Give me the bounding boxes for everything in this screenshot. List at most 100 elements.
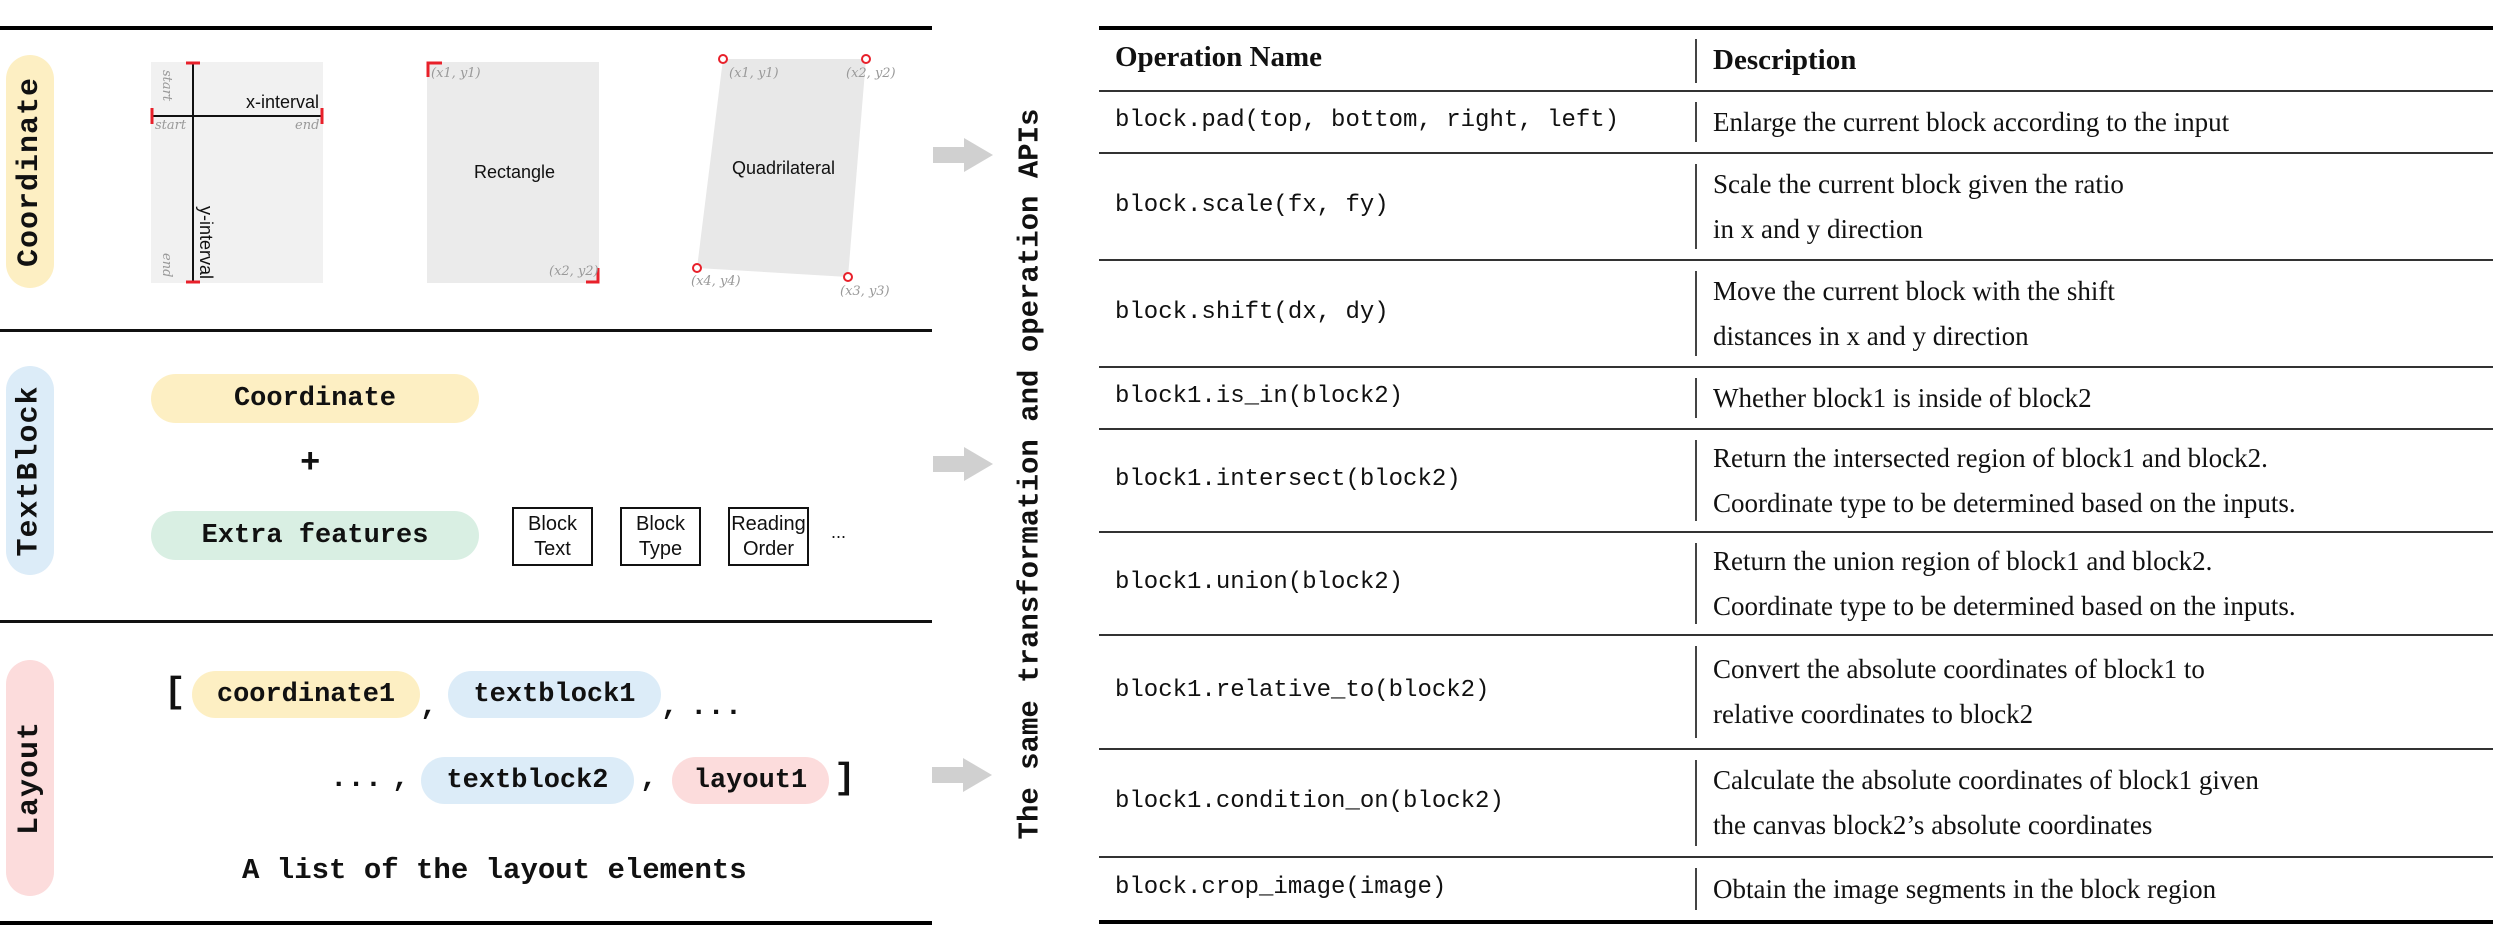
- header-description: Description: [1713, 44, 1857, 76]
- close-bracket: ]: [834, 758, 856, 799]
- column-separator: [1695, 164, 1697, 249]
- feature-block-type: Block Type: [620, 507, 701, 566]
- description-line: in x and y direction: [1713, 213, 1923, 244]
- y-end-label: end: [159, 253, 174, 278]
- description-cell: Return the intersected region of block1 …: [1713, 436, 2296, 526]
- vertical-caption: The same transformation and operation AP…: [1013, 108, 1047, 840]
- section-label-text: Layout: [13, 720, 47, 836]
- column-separator: [1695, 39, 1697, 83]
- section-label-text: TextBlock: [13, 384, 47, 557]
- table-row: block.scale(fx, fy) Scale the current blo…: [1099, 154, 2493, 259]
- column-separator: [1695, 378, 1697, 418]
- table-row: block1.intersect(block2) Return the inter…: [1099, 430, 2493, 531]
- feature-line: Reading: [731, 512, 806, 535]
- x-interval-label: x-interval: [246, 92, 320, 112]
- section-label-text: Coordinate: [13, 76, 47, 267]
- table-row: block.shift(dx, dy) Move the current bloc…: [1099, 261, 2493, 366]
- column-separator: [1695, 760, 1697, 846]
- feature-line: Type: [638, 537, 683, 560]
- operation-name-cell: block.scale(fx, fy): [1115, 191, 1389, 219]
- top-rule-left: [0, 26, 932, 30]
- y-interval-label: y-interval: [196, 206, 216, 280]
- column-separator: [1695, 440, 1697, 521]
- feature-line: Block: [528, 512, 577, 535]
- description-cell: Convert the absolute coordinates of bloc…: [1713, 647, 2205, 737]
- description-cell: Move the current block with the shift dis…: [1713, 269, 2115, 359]
- quad-p2-label: (x2, y2): [846, 66, 896, 81]
- description-line: the canvas block2’s absolute coordinates: [1713, 810, 2153, 840]
- table-header-row: Operation Name Description: [1099, 30, 2493, 90]
- operation-name-cell: block1.intersect(block2): [1115, 465, 1461, 493]
- column-separator: [1695, 868, 1697, 910]
- x-start-label: start: [155, 118, 187, 133]
- quad-p3-label: (x3, y3): [840, 284, 890, 299]
- quadrilateral-label: Quadrilateral: [732, 158, 836, 178]
- header-operation-name: Operation Name: [1115, 41, 1322, 73]
- description-line: Coordinate type to be determined based o…: [1713, 590, 2296, 621]
- quad-point-3: [843, 272, 853, 282]
- description-line: Enlarge the current block according to t…: [1713, 106, 2230, 137]
- quad-p4-label: (x4, y4): [691, 274, 741, 289]
- description-cell: Scale the current block given the ratio i…: [1713, 162, 2124, 252]
- features-ellipsis: ...: [831, 522, 847, 542]
- table-row: block1.relative_to(block2) Convert the ab…: [1099, 636, 2493, 748]
- layout-item-coordinate1: coordinate1: [192, 671, 420, 718]
- table-row: block.pad(top, bottom, right, left) Enlar…: [1099, 92, 2493, 152]
- operation-name-cell: block1.union(block2): [1115, 568, 1404, 596]
- description-line: distances in x and y direction: [1713, 320, 2029, 351]
- description-line: Whether block1 is inside of block2: [1713, 382, 2092, 413]
- table-row: block1.is_in(block2) Whether block1 is in…: [1099, 368, 2493, 428]
- arrow-right-icon: [933, 447, 993, 481]
- layout-caption: A list of the layout elements: [242, 854, 747, 887]
- description-cell: Return the union region of block1 and bl…: [1713, 539, 2296, 629]
- column-separator: [1695, 271, 1697, 356]
- feature-reading-order: Reading Order: [728, 507, 809, 566]
- layout-item-textblock2: textblock2: [421, 757, 634, 804]
- plus-sign: +: [300, 445, 321, 483]
- table-bottom-rule: [1099, 920, 2493, 924]
- leading-ellipsis: ...: [330, 762, 383, 795]
- open-bracket: [: [164, 672, 186, 713]
- bottom-rule-left: [0, 921, 932, 925]
- section-label-coordinate: Coordinate: [6, 55, 54, 288]
- section-label-textblock: TextBlock: [6, 366, 54, 575]
- quad-p1-label: (x1, y1): [729, 66, 779, 81]
- coordinate-pill: Coordinate: [151, 374, 479, 423]
- description-line: Return the intersected region of block1 …: [1713, 442, 2268, 473]
- description-line: Move the current block with the shift: [1713, 275, 2115, 306]
- description-line: Scale the current block given the ratio: [1713, 168, 2124, 199]
- quad-point-2: [861, 54, 871, 64]
- operation-name-cell: block.pad(top, bottom, right, left): [1115, 107, 1620, 134]
- description-line: Calculate the absolute coordinates of bl…: [1713, 765, 2259, 795]
- x-end-label: end: [295, 118, 320, 133]
- operation-name-cell: block1.condition_on(block2): [1115, 788, 1504, 815]
- section-divider-1: [0, 329, 932, 332]
- operation-name-cell: block1.relative_to(block2): [1115, 677, 1490, 704]
- feature-line: Text: [534, 537, 571, 560]
- section-label-layout: Layout: [6, 660, 54, 896]
- layout-item-textblock1: textblock1: [448, 671, 661, 718]
- table-row: block1.condition_on(block2) Calculate the…: [1099, 750, 2493, 856]
- rect-p1-label: (x1, y1): [431, 66, 481, 81]
- feature-line: Block: [636, 512, 685, 535]
- column-separator: [1695, 646, 1697, 738]
- arrow-right-icon: [932, 758, 992, 792]
- comma: ,: [420, 690, 438, 723]
- table-row: block.crop_image(image) Obtain the image …: [1099, 858, 2493, 920]
- feature-block-text: Block Text: [512, 507, 593, 566]
- description-line: Coordinate type to be determined based o…: [1713, 487, 2296, 518]
- description-cell: Calculate the absolute coordinates of bl…: [1713, 758, 2259, 848]
- column-separator: [1695, 102, 1697, 142]
- description-cell: Whether block1 is inside of block2: [1713, 376, 2092, 421]
- column-separator: [1695, 543, 1697, 624]
- description-line: Return the union region of block1 and bl…: [1713, 545, 2213, 576]
- comma: ,: [661, 690, 679, 723]
- quad-point-4: [692, 263, 702, 273]
- description-cell: Enlarge the current block according to t…: [1713, 100, 2229, 145]
- description-line: relative coordinates to block2: [1713, 699, 2034, 729]
- y-start-label: start: [159, 70, 174, 102]
- trailing-ellipsis: ...: [690, 690, 743, 723]
- rect-p2-label: (x2, y2): [549, 264, 599, 279]
- comma: ,: [392, 762, 410, 795]
- description-cell: Obtain the image segments in the block r…: [1713, 867, 2216, 912]
